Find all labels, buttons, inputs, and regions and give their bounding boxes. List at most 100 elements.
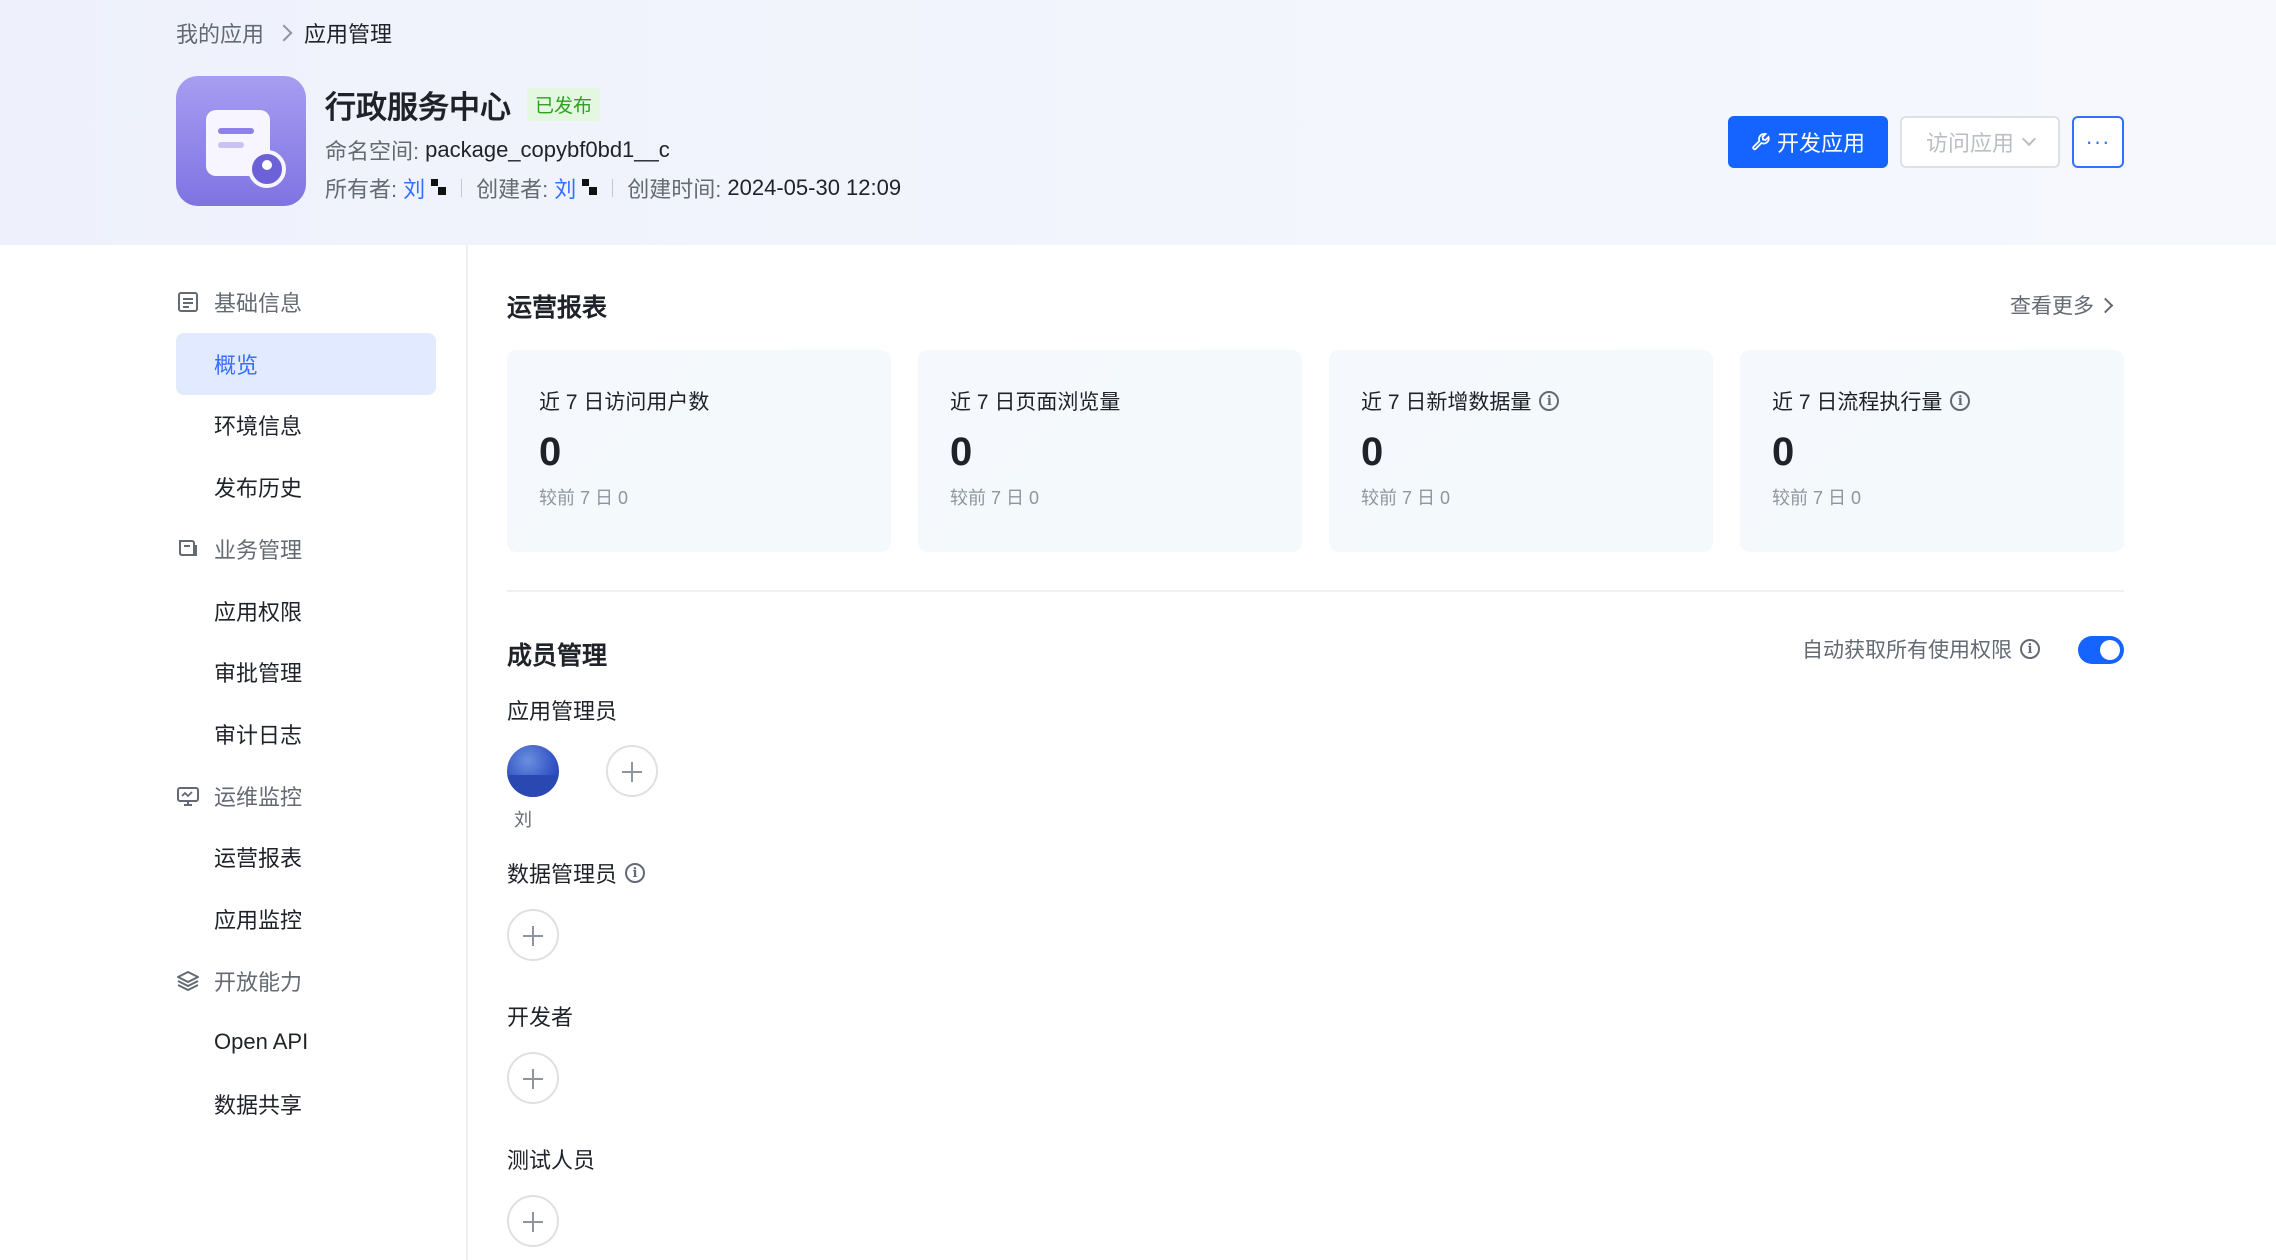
add-admin-button[interactable] [606,745,658,797]
visit-app-button[interactable]: 访问应用 [1900,116,2060,168]
add-developer-button[interactable] [507,1052,559,1104]
status-badge: 已发布 [527,88,601,121]
stat-compare: 较前 7 日 0 [950,488,1040,508]
sidebar-item-app-permission[interactable]: 应用权限 [176,580,436,642]
layers-icon [177,971,199,991]
sidebar-item-label: Open API [214,1029,309,1054]
stat-card-visitors: 近 7 日访问用户数 0 较前 7 日 0 [507,350,891,552]
stat-label-text: 近 7 日新增数据量 [1361,391,1532,414]
add-tester-button[interactable] [507,1195,559,1247]
add-data-admin-button[interactable] [507,909,559,961]
role-label-admin: 应用管理员 [507,694,617,726]
sidebar-item-environment[interactable]: 环境信息 [176,394,436,456]
namespace-line: 命名空间: package_copybf0bd1__c [325,134,670,166]
sidebar-item-label: 发布历史 [214,476,303,501]
sidebar-item-label: 数据共享 [214,1093,303,1118]
stat-compare: 较前 7 日 0 [1361,488,1451,508]
stat-label-text: 近 7 日流程执行量 [1772,391,1943,414]
sidebar-group-label: 开放能力 [214,970,303,995]
sidebar-item-app-monitor[interactable]: 应用监控 [176,888,436,950]
avatar[interactable] [507,745,559,797]
sidebar-item-audit-log[interactable]: 审计日志 [176,703,436,765]
sidebar-item-label: 应用权限 [214,600,303,625]
role-label-text: 应用管理员 [507,699,618,724]
auto-permission-text: 自动获取所有使用权限 [1802,639,2012,662]
sidebar-group-basic: 基础信息 [176,282,302,322]
app-header: 我的应用 应用管理 行政服务中心 已发布 命名空间: package_copyb… [0,0,2276,245]
owner-line: 所有者: 刘 创建者: 刘 创建时间: 2024-05-30 12:09 [325,172,901,204]
sidebar-group-label: 基础信息 [214,291,303,316]
sidebar-item-release-history[interactable]: 发布历史 [176,456,436,518]
creator-name[interactable]: 刘 [554,172,576,204]
stat-label: 近 7 日流程执行量 i [1772,386,1971,416]
stat-compare: 较前 7 日 0 [539,488,629,508]
wrench-icon [1752,133,1770,151]
stat-card-pageviews: 近 7 日页面浏览量 0 较前 7 日 0 [918,350,1302,552]
created-label: 创建时间: [627,177,722,202]
visit-app-label: 访问应用 [1925,131,2014,156]
app-logo [176,76,306,206]
section-divider [507,590,2124,592]
sidebar-group-open: 开放能力 [176,961,302,1001]
auto-permission-label: 自动获取所有使用权限 i [1802,634,2040,664]
sidebar-item-ops-report[interactable]: 运营报表 [176,826,436,888]
sidebar-group-ops: 运维监控 [176,776,302,816]
stat-value: 0 [539,430,562,474]
sidebar-item-approval[interactable]: 审批管理 [176,641,436,703]
sidebar-item-label: 审计日志 [214,723,303,748]
divider [612,179,614,197]
sidebar-item-open-api[interactable]: Open API [176,1011,436,1073]
stat-value: 0 [1361,430,1384,474]
stat-card-workflow: 近 7 日流程执行量 i 0 较前 7 日 0 [1740,350,2124,552]
info-icon[interactable]: i [625,863,646,883]
sidebar-item-label: 环境信息 [214,414,303,439]
develop-app-button[interactable]: 开发应用 [1728,116,1888,168]
role-label-text: 数据管理员 [507,862,618,887]
breadcrumb: 我的应用 应用管理 [176,18,392,48]
auto-permission-toggle[interactable] [2078,636,2124,664]
more-icon: ··· [2085,129,2111,154]
owner-name[interactable]: 刘 [403,172,425,204]
namespace-label: 命名空间: [325,139,420,164]
book-icon [179,540,197,556]
namespace-value: package_copybf0bd1__c [425,137,670,162]
doc-list-icon [178,292,198,312]
sidebar-item-label: 审批管理 [214,661,303,686]
role-label-data-admin: 数据管理员 i [507,857,646,889]
sidebar-item-label: 运营报表 [214,846,303,871]
stat-label-text: 近 7 日页面浏览量 [950,391,1121,414]
redacted-mark [429,179,447,197]
stat-compare: 较前 7 日 0 [1772,488,1862,508]
chevron-right-icon [2097,297,2114,313]
created-value: 2024-05-30 12:09 [727,175,902,200]
members-section-title: 成员管理 [507,642,608,670]
stat-label: 近 7 日访问用户数 [539,386,709,416]
info-icon[interactable]: i [1950,391,1971,411]
info-icon[interactable]: i [2020,639,2040,659]
stat-label-text: 近 7 日访问用户数 [539,391,710,414]
view-more-link[interactable]: 查看更多 [2010,290,2114,320]
chevron-down-icon [2021,131,2037,147]
role-label-text: 测试人员 [507,1148,596,1173]
role-label-text: 开发者 [507,1005,574,1030]
sidebar-item-data-share[interactable]: 数据共享 [176,1073,436,1135]
more-actions-button[interactable]: ··· [2072,116,2124,168]
monitor-icon [177,787,199,806]
app-title: 行政服务中心 [325,90,511,125]
sidebar-item-overview[interactable]: 概览 [176,333,436,395]
creator-label: 创建者: [476,177,549,202]
breadcrumb-root[interactable]: 我的应用 [176,17,264,49]
owner-label: 所有者: [325,177,398,202]
stat-value: 0 [1772,430,1795,474]
stat-label: 近 7 日页面浏览量 [950,386,1120,416]
member-name: 刘 [514,810,532,830]
role-label-developer: 开发者 [507,1000,573,1032]
redacted-mark [580,179,598,197]
breadcrumb-current: 应用管理 [304,22,393,47]
develop-app-label: 开发应用 [1776,131,1865,156]
info-icon[interactable]: i [1539,391,1560,411]
sidebar-item-label: 应用监控 [214,908,303,933]
sidebar-group-business: 业务管理 [176,529,302,569]
report-section-title: 运营报表 [507,294,608,322]
stat-card-new-data: 近 7 日新增数据量 i 0 较前 7 日 0 [1329,350,1713,552]
